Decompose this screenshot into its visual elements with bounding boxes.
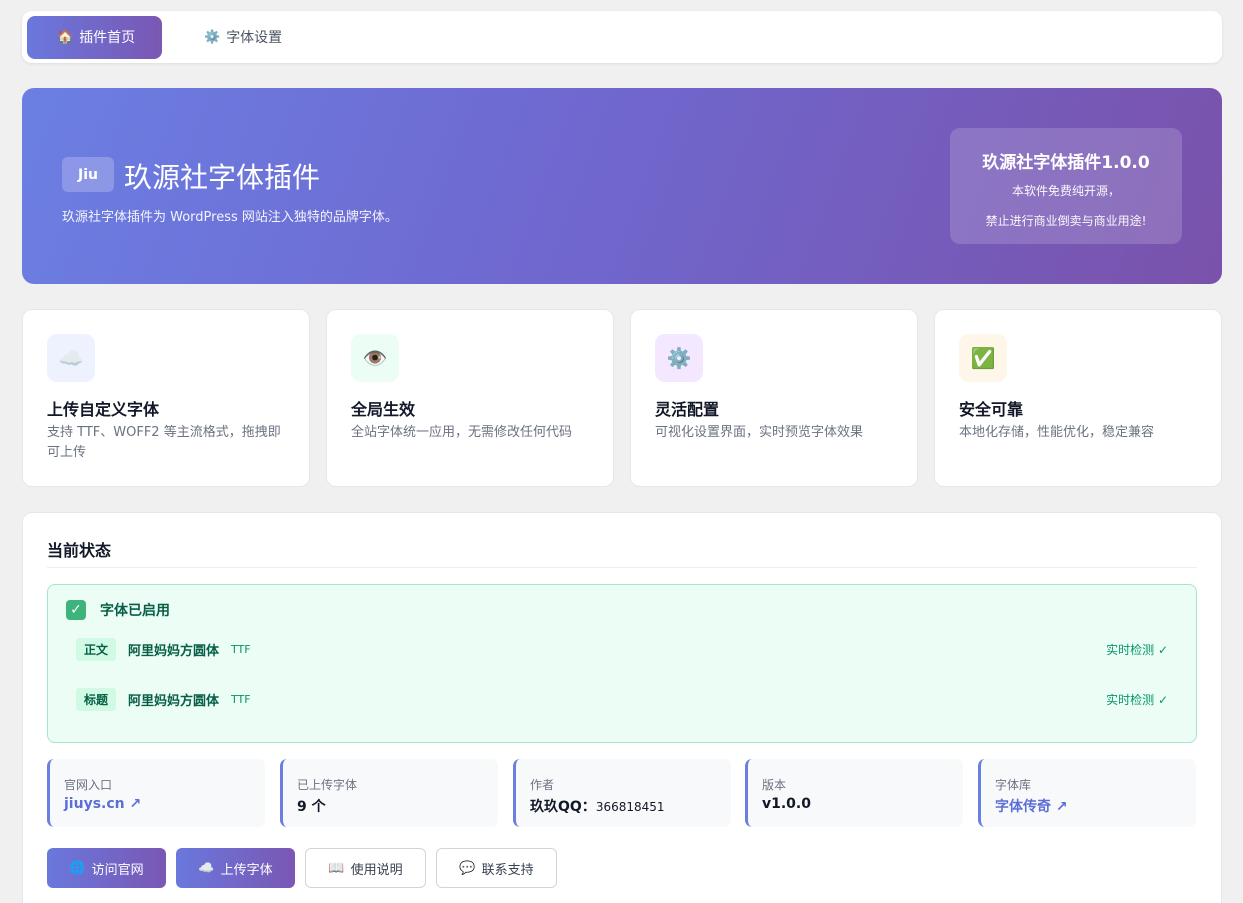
logo-badge: Jiu — [62, 157, 114, 192]
enabled-header: ✓ 字体已启用 — [66, 600, 170, 620]
button-label: 使用说明 — [350, 862, 403, 878]
font-role-tag: 正文 — [76, 637, 117, 661]
font-role-tag: 标题 — [76, 687, 117, 711]
section-title: 当前状态 — [47, 537, 1197, 568]
info-key: 字体库 — [995, 778, 1032, 792]
live-check-label: 实时检测 ✓ — [1106, 642, 1168, 657]
info-value: 9 个 — [297, 799, 326, 815]
check-icon: ✅ — [959, 334, 1007, 382]
status-panel: 当前状态 ✓ 字体已启用 正文 阿里妈妈方圆体 TTF 实时检测 ✓ 标题 阿里… — [22, 512, 1222, 903]
top-tabs: 🏠 插件首页 ⚙️ 字体设置 — [22, 11, 1222, 63]
font-enabled-box: ✓ 字体已启用 正文 阿里妈妈方圆体 TTF 实时检测 ✓ 标题 阿里妈妈方圆体… — [47, 584, 1197, 743]
eye-icon: 👁️ — [351, 334, 399, 382]
font-name: 阿里妈妈方圆体 — [128, 693, 220, 709]
info-value: v1.0.0 — [762, 796, 811, 812]
version-card: 玖源社字体插件1.0.0 本软件免费纯开源， 禁止进行商业倒卖与商业用途! — [950, 128, 1182, 244]
upload-font-button[interactable]: ☁️ 上传字体 — [176, 848, 295, 888]
license-note-line2: 禁止进行商业倒卖与商业用途! — [985, 214, 1147, 228]
font-format: TTF — [231, 642, 251, 656]
feature-desc: 支持 TTF、WOFF2 等主流格式，拖拽即可上传 — [47, 425, 281, 460]
info-key: 版本 — [762, 778, 787, 792]
license-note-line1: 本软件免费纯开源， — [1011, 184, 1120, 198]
contact-support-button[interactable]: 💬 联系支持 — [436, 848, 557, 888]
usage-guide-button[interactable]: 📖 使用说明 — [305, 848, 426, 888]
info-value: 玖玖QQ：366818451 — [530, 796, 665, 816]
feature-title: 灵活配置 — [655, 400, 720, 419]
info-key: 作者 — [530, 778, 555, 792]
book-icon: 📖 — [328, 860, 345, 876]
feature-title: 安全可靠 — [959, 400, 1024, 419]
feature-desc: 本地化存储，性能优化，稳定兼容 — [959, 425, 1155, 440]
tab-font-settings[interactable]: ⚙️ 字体设置 — [174, 16, 310, 59]
feature-card-upload: ☁️ 上传自定义字体 支持 TTF、WOFF2 等主流格式，拖拽即可上传 — [22, 309, 310, 487]
button-label: 上传字体 — [220, 862, 273, 878]
version-card-title: 玖源社字体插件1.0.0 — [982, 153, 1150, 173]
feature-desc: 可视化设置界面，实时预览字体效果 — [655, 425, 864, 440]
live-check-label: 实时检测 ✓ — [1106, 692, 1168, 707]
tab-plugin-home[interactable]: 🏠 插件首页 — [27, 15, 162, 59]
globe-icon: 🌐 — [69, 860, 86, 876]
feature-card-secure: ✅ 安全可靠 本地化存储，性能优化，稳定兼容 — [934, 309, 1222, 487]
info-card-website: 官网入口 jiuys.cn ↗ — [47, 759, 265, 827]
author-name: 玖玖QQ： — [530, 799, 596, 815]
info-card-uploaded: 已上传字体 9 个 — [280, 759, 498, 827]
feature-title: 全局生效 — [351, 400, 416, 419]
button-label: 访问官网 — [91, 862, 144, 878]
feature-title: 上传自定义字体 — [47, 400, 160, 419]
hero-description: 玖源社字体插件为 WordPress 网站注入独特的品牌字体。 — [62, 210, 398, 225]
info-card-version: 版本 v1.0.0 — [745, 759, 963, 827]
gear-icon: ⚙️ — [204, 29, 221, 45]
house-icon: 🏠 — [57, 29, 74, 45]
font-library-link[interactable]: 字体传奇 ↗ — [995, 796, 1068, 816]
tab-label: 插件首页 — [79, 30, 136, 46]
font-format: TTF — [231, 692, 251, 706]
feature-card-config: ⚙️ 灵活配置 可视化设置界面，实时预览字体效果 — [630, 309, 918, 487]
check-icon: ✓ — [66, 600, 86, 620]
author-qq: 366818451 — [595, 800, 665, 814]
feature-desc: 全站字体统一应用，无需修改任何代码 — [351, 425, 573, 440]
feature-card-global: 👁️ 全局生效 全站字体统一应用，无需修改任何代码 — [326, 309, 614, 487]
visit-website-button[interactable]: 🌐 访问官网 — [47, 848, 166, 888]
cloud-icon: ☁️ — [47, 334, 95, 382]
page-title: 玖源社字体插件 — [124, 161, 321, 194]
enabled-label: 字体已启用 — [100, 603, 170, 619]
font-name: 阿里妈妈方圆体 — [128, 643, 220, 659]
font-row-body: 正文 阿里妈妈方圆体 TTF 实时检测 ✓ — [76, 637, 1168, 661]
info-card-font-library: 字体库 字体传奇 ↗ — [978, 759, 1196, 827]
info-key: 官网入口 — [64, 778, 113, 792]
gear-icon: ⚙️ — [655, 334, 703, 382]
tab-label: 字体设置 — [226, 30, 283, 46]
chat-icon: 💬 — [459, 860, 476, 876]
button-label: 联系支持 — [481, 862, 534, 878]
website-link[interactable]: jiuys.cn ↗ — [64, 796, 141, 812]
hero-banner: Jiu 玖源社字体插件 玖源社字体插件为 WordPress 网站注入独特的品牌… — [22, 88, 1222, 284]
info-key: 已上传字体 — [297, 778, 358, 792]
info-card-author: 作者 玖玖QQ：366818451 — [513, 759, 731, 827]
font-row-heading: 标题 阿里妈妈方圆体 TTF 实时检测 ✓ — [76, 687, 1168, 711]
cloud-icon: ☁️ — [198, 860, 215, 876]
